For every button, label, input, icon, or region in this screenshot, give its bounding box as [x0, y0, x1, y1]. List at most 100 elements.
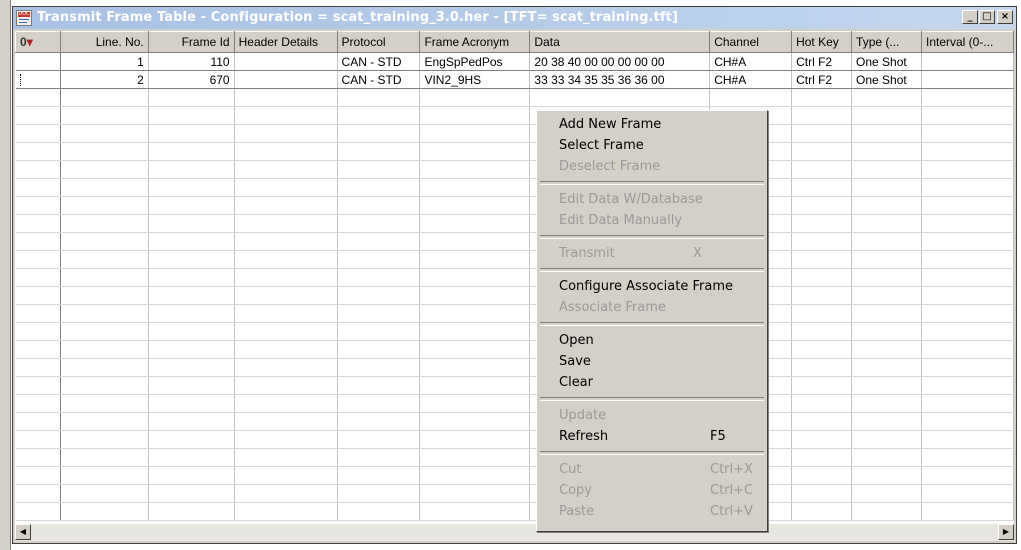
row-selector [15, 178, 61, 197]
app-icon-label: DOC [18, 11, 30, 17]
empty-row[interactable] [15, 502, 1014, 521]
menu-item-clear[interactable]: Clear [537, 372, 767, 393]
empty-cell [148, 286, 235, 305]
empty-cell [851, 322, 922, 341]
row-selector[interactable] [15, 70, 61, 89]
empty-row[interactable] [15, 214, 1014, 233]
empty-row[interactable] [15, 124, 1014, 143]
menu-item-add-new-frame[interactable]: Add New Frame [537, 114, 767, 135]
minimize-button[interactable]: _ [962, 10, 978, 24]
maximize-button[interactable]: □ [979, 10, 995, 24]
horizontal-scrollbar[interactable]: ◀ ▶ [15, 523, 1014, 541]
menu-item-save[interactable]: Save [537, 351, 767, 372]
empty-cell [921, 376, 1014, 395]
scroll-left-arrow-icon[interactable]: ◀ [15, 524, 31, 540]
table-row[interactable]: 2 670 CAN - STD VIN2_9HS 33 33 34 35 35 … [15, 70, 1014, 89]
title-bar[interactable]: DOC Transmit Frame Table - Configuration… [13, 7, 1016, 29]
scroll-right-arrow-icon[interactable]: ▶ [998, 524, 1014, 540]
empty-cell [337, 106, 421, 125]
empty-cell [234, 304, 338, 323]
empty-cell [921, 286, 1014, 305]
row-selector [15, 448, 61, 467]
column-header-hot-key[interactable]: Hot Key [791, 31, 853, 53]
empty-row[interactable] [15, 466, 1014, 485]
empty-cell [921, 214, 1014, 233]
empty-row[interactable] [15, 430, 1014, 449]
empty-row[interactable] [15, 358, 1014, 377]
empty-cell [851, 394, 922, 413]
empty-cell [337, 124, 421, 143]
empty-row[interactable] [15, 142, 1014, 161]
empty-row[interactable] [15, 178, 1014, 197]
empty-row[interactable] [15, 304, 1014, 323]
empty-cell [791, 394, 853, 413]
column-header-data[interactable]: Data [529, 31, 711, 53]
header-row: 0▾ Line. No. Frame Id Header Details Pro… [15, 31, 1014, 53]
empty-cell [60, 142, 149, 161]
row-selector [15, 250, 61, 269]
empty-row[interactable] [15, 106, 1014, 125]
menu-item-refresh[interactable]: Refresh F5 [537, 426, 767, 447]
empty-cell [234, 394, 338, 413]
menu-item-open[interactable]: Open [537, 330, 767, 351]
empty-row[interactable] [15, 196, 1014, 215]
empty-cell [851, 124, 922, 143]
row-selector [15, 196, 61, 215]
empty-row[interactable] [15, 376, 1014, 395]
empty-cell [851, 196, 922, 215]
cell-hot-key: Ctrl F2 [791, 52, 853, 71]
empty-row[interactable] [15, 340, 1014, 359]
empty-cell [60, 322, 149, 341]
column-header-frame-id[interactable]: Frame Id [147, 31, 235, 53]
column-header-type[interactable]: Type (... [851, 31, 922, 53]
empty-row[interactable] [15, 448, 1014, 467]
row-selector [15, 304, 61, 323]
empty-cell [921, 322, 1014, 341]
empty-row[interactable] [15, 412, 1014, 431]
column-header-interval[interactable]: Interval (0-... [920, 31, 1014, 53]
empty-cell [234, 232, 338, 251]
column-header-channel[interactable]: Channel [709, 31, 793, 53]
menu-item-deselect-frame: Deselect Frame [559, 159, 661, 174]
column-header-header-details[interactable]: Header Details [233, 31, 338, 53]
empty-cell [337, 304, 421, 323]
empty-cell [851, 160, 922, 179]
row-selector [15, 286, 61, 305]
column-header-line-no[interactable]: Line. No. [59, 31, 149, 53]
empty-cell [921, 304, 1014, 323]
menu-item-configure-associate-frame[interactable]: Configure Associate Frame [537, 276, 767, 297]
empty-cell [791, 466, 853, 485]
empty-row[interactable] [15, 88, 1014, 107]
row-selector[interactable] [15, 52, 61, 71]
empty-cell [337, 484, 421, 503]
empty-row[interactable] [15, 484, 1014, 503]
table-row[interactable]: 1 110 CAN - STD EngSpPedPos 20 38 40 00 … [15, 52, 1014, 71]
empty-cell [234, 340, 338, 359]
empty-cell [419, 484, 531, 503]
column-header-protocol[interactable]: Protocol [336, 31, 421, 53]
empty-cell [851, 358, 922, 377]
menu-separator [540, 451, 764, 455]
empty-row[interactable] [15, 232, 1014, 251]
empty-row[interactable] [15, 250, 1014, 269]
close-button[interactable]: × [997, 10, 1013, 24]
empty-cell [148, 484, 235, 503]
column-header-frame-acronym[interactable]: Frame Acronym [419, 31, 531, 53]
menu-item-edit-data-manually: Edit Data Manually [559, 213, 683, 228]
frame-grid[interactable]: 0▾ Line. No. Frame Id Header Details Pro… [15, 31, 1014, 523]
empty-cell [234, 160, 338, 179]
empty-cell [234, 88, 338, 107]
empty-row[interactable] [15, 268, 1014, 287]
header-icon-cell[interactable]: 0▾ [15, 31, 61, 53]
empty-row[interactable] [15, 322, 1014, 341]
empty-cell [60, 160, 149, 179]
cell-data: 33 33 34 35 35 36 36 00 [529, 70, 711, 89]
empty-row[interactable] [15, 160, 1014, 179]
empty-row[interactable] [15, 286, 1014, 305]
empty-cell [60, 196, 149, 215]
menu-separator [540, 235, 764, 239]
empty-cell [921, 268, 1014, 287]
menu-item-select-frame[interactable]: Select Frame [537, 135, 767, 156]
empty-row[interactable] [15, 394, 1014, 413]
document-app-icon[interactable]: DOC [16, 10, 32, 26]
